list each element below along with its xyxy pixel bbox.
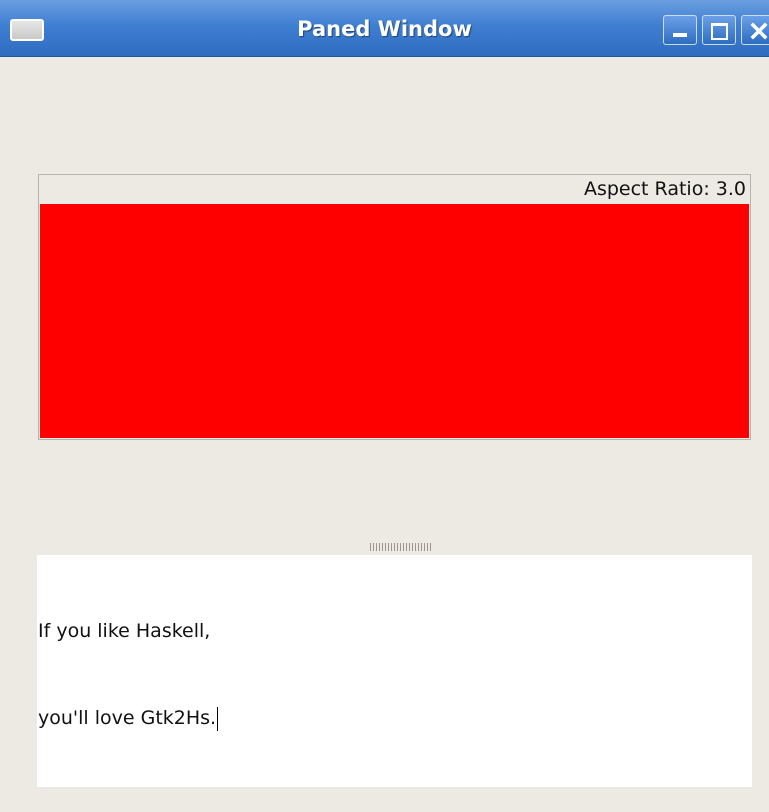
text-line-with-cursor: you'll love Gtk2Hs. [38, 704, 752, 733]
text-view[interactable]: If you like Haskell, you'll love Gtk2Hs. [37, 555, 752, 787]
aspect-ratio-label: Aspect Ratio: 3.0 [581, 175, 746, 203]
close-button[interactable] [741, 15, 769, 45]
text-cursor [217, 706, 219, 731]
paned-window: Paned Window Aspect Ratio: 3.0 If you li… [0, 0, 769, 812]
pane-divider-handle[interactable] [370, 543, 432, 551]
title-bar[interactable]: Paned Window [0, 0, 769, 57]
text-line: If you like Haskell, [38, 620, 211, 642]
red-drawing-area [40, 204, 749, 438]
minimize-button[interactable] [663, 15, 697, 45]
text-line: you'll love Gtk2Hs. [38, 707, 217, 729]
window-title: Paned Window [297, 17, 472, 41]
close-icon [750, 22, 768, 40]
maximize-button[interactable] [702, 15, 736, 45]
